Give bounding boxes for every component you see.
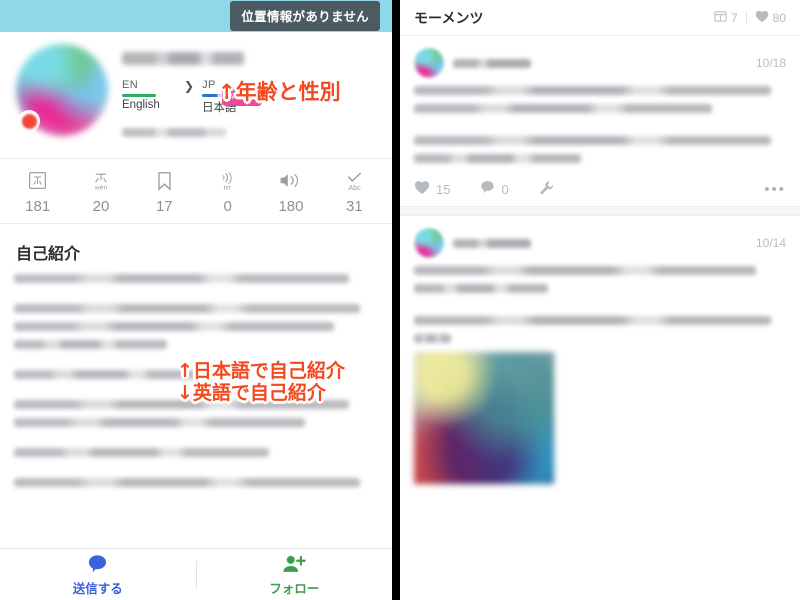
stat-value: 17 [155,197,173,215]
stat-speaker[interactable]: 180 [259,168,322,215]
annotation-age-gender: ↑年齢と性別 [218,80,341,104]
svg-text:wén: wén [94,184,108,191]
heart-icon [414,180,430,198]
stat-value: 31 [345,197,363,215]
stat-value: 20 [92,197,110,215]
likes-count-value: 80 [772,10,786,25]
bio-line [14,418,306,427]
bottom-action-bar: 送信する フォロー [0,548,392,600]
post-line [414,334,452,343]
stat-pinyin-character[interactable]: wén 20 [69,168,132,215]
send-message-label: 送信する [72,581,123,596]
user-handle [122,128,226,137]
speaker-icon [259,168,322,194]
stat-bookmark[interactable]: 17 [133,168,196,215]
chat-bubble-icon [0,553,196,575]
moments-panel: モーメンツ 7 80 10/18 15 0 ••• 10/14 [400,0,800,600]
moments-title: モーメンツ [414,9,484,26]
follow-label: フォロー [269,581,320,596]
post-correct-button[interactable] [539,180,555,199]
native-language-code: EN [122,79,139,91]
status-bar: 位置情報がありません [0,0,392,32]
moments-counts: 7 80 [714,10,786,26]
avatar[interactable] [414,48,444,78]
stat-value: 180 [278,197,304,215]
moments-card-icon [714,10,727,26]
stat-text-to-speech[interactable]: txt 0 [196,168,259,215]
pinyin-character-icon: wén [69,168,132,194]
moments-count: 7 [714,10,738,26]
bio-line [14,340,167,349]
send-message-button[interactable]: 送信する [0,553,196,597]
panel-divider [392,0,400,600]
post-separator [400,206,800,216]
bio-line [14,304,360,313]
post-header: 10/18 [414,46,786,80]
post-like-button[interactable]: 15 [414,180,450,198]
bookmark-icon [133,168,196,194]
post-line [414,136,772,145]
screenshot-root: 位置情報がありません EN English ❯ JP 日本語 ♀ 25 181 … [0,0,800,600]
chevron-right-icon: ❯ [184,79,195,93]
location-status-chip[interactable]: 位置情報がありません [230,1,380,31]
post-line [414,86,772,95]
check-abc-icon: Abc [323,168,386,194]
post-body [414,80,786,163]
post-date: 10/14 [755,236,786,250]
post-like-count: 15 [436,181,451,197]
avatar[interactable] [414,228,444,258]
stats-row: 181 wén 20 17 txt 0 180 Abc 31 [0,158,392,224]
native-language-bar [122,94,156,97]
person-add-icon [197,553,393,575]
count-divider [745,11,747,24]
user-name [122,52,244,65]
moment-post[interactable]: 10/14 [400,216,800,484]
page-title: 自己紹介 [16,246,81,263]
post-more-button[interactable]: ••• [764,181,786,198]
post-actions: 15 0 ••• [414,172,786,206]
native-language: EN English [122,79,184,111]
post-line [414,154,582,163]
wrench-icon [539,180,555,199]
stat-value: 181 [25,197,51,215]
post-line [414,284,548,293]
moment-post[interactable]: 10/18 15 0 ••• [400,36,800,206]
annotation-bio-languages: ↑日本語で自己紹介 ↓英語で自己紹介 [177,360,345,405]
bio-line [14,322,335,331]
post-line [414,316,772,325]
svg-text:txt: txt [223,184,230,191]
post-photo[interactable] [414,352,554,484]
bio-line [14,274,349,283]
avatar[interactable] [16,44,108,136]
comment-icon [480,180,495,198]
svg-text:Abc: Abc [348,183,361,191]
post-comment-button[interactable]: 0 [480,180,509,198]
online-status-dot [18,110,40,132]
post-line [414,104,712,113]
likes-count: 80 [755,10,786,26]
stat-value: 0 [223,197,232,215]
post-author-name [453,238,531,248]
moments-count-value: 7 [730,10,738,25]
native-language-name: English [122,99,160,111]
bio-line [14,448,269,457]
stat-boxed-character[interactable]: 181 [6,168,69,215]
heart-icon [755,10,769,26]
profile-panel: 位置情報がありません EN English ❯ JP 日本語 ♀ 25 181 … [0,0,392,600]
post-comment-count: 0 [501,181,509,197]
stat-check-abc[interactable]: Abc 31 [323,168,386,215]
post-author-name [453,58,531,68]
post-body [414,260,786,484]
post-line [414,266,757,275]
follow-button[interactable]: フォロー [197,553,393,597]
text-to-speech-icon: txt [196,168,259,194]
post-date: 10/18 [755,56,786,70]
bio-line [14,478,360,487]
moments-header: モーメンツ 7 80 [400,0,800,36]
boxed-character-icon [6,168,69,194]
post-header: 10/14 [414,226,786,260]
